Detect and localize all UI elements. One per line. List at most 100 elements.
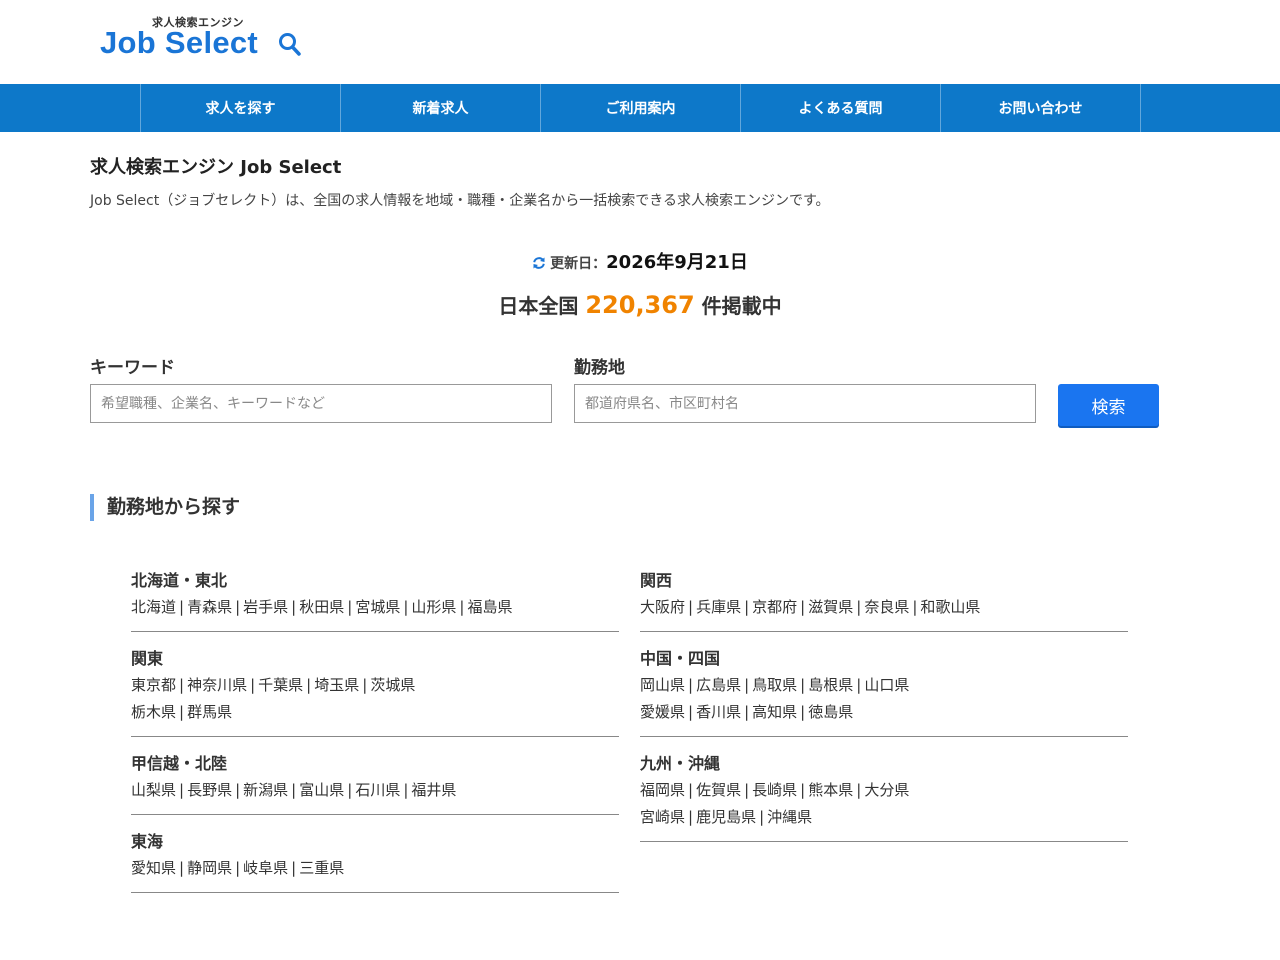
prefecture-line: 愛知県 | 静岡県 | 岐阜県 | 三重県	[131, 855, 619, 882]
prefecture-link[interactable]: 京都府	[752, 598, 797, 616]
prefecture-link[interactable]: 三重県	[299, 859, 344, 877]
prefecture-link[interactable]: 山形県	[411, 598, 456, 616]
prefecture-line: 福岡県 | 佐賀県 | 長崎県 | 熊本県 | 大分県	[640, 777, 1128, 804]
prefecture-line: 大阪府 | 兵庫県 | 京都府 | 滋賀県 | 奈良県 | 和歌山県	[640, 594, 1128, 621]
separator: |	[744, 598, 750, 616]
prefecture-link[interactable]: 福岡県	[640, 781, 685, 799]
count-prefix: 日本全国	[498, 294, 579, 318]
region-block: 関東 東京都 | 神奈川県 | 千葉県 | 埼玉県 | 茨城県 栃木県 | 群馬県	[131, 646, 619, 737]
region-name: 関西	[640, 571, 673, 590]
region-block: 甲信越・北陸 山梨県 | 長野県 | 新潟県 | 富山県 | 石川県 | 福井県	[131, 751, 619, 815]
nav-item-search-jobs[interactable]: 求人を探す	[141, 84, 341, 132]
separator: |	[306, 676, 312, 694]
separator: |	[362, 676, 368, 694]
nav-item-guide[interactable]: ご利用案内	[541, 84, 741, 132]
location-input[interactable]	[574, 384, 1036, 423]
separator: |	[291, 598, 297, 616]
separator: |	[179, 703, 185, 721]
separator: |	[235, 781, 241, 799]
prefecture-link[interactable]: 北海道	[131, 598, 176, 616]
prefecture-link[interactable]: 福井県	[411, 781, 456, 799]
prefecture-link[interactable]: 高知県	[752, 703, 797, 721]
separator: |	[688, 703, 694, 721]
prefecture-link[interactable]: 青森県	[187, 598, 232, 616]
page-title: 求人検索エンジン Job Select	[90, 157, 342, 178]
prefecture-link[interactable]: 千葉県	[258, 676, 303, 694]
prefecture-link[interactable]: 長野県	[187, 781, 232, 799]
nav-item-faq[interactable]: よくある質問	[741, 84, 941, 132]
prefecture-link[interactable]: 岡山県	[640, 676, 685, 694]
prefecture-link[interactable]: 佐賀県	[696, 781, 741, 799]
site-description: Job Select（ジョブセレクト）は、全国の求人情報を地域・職種・企業名から…	[90, 193, 830, 209]
separator: |	[347, 598, 353, 616]
prefecture-link[interactable]: 鳥取県	[752, 676, 797, 694]
prefecture-link[interactable]: 長崎県	[752, 781, 797, 799]
prefecture-link[interactable]: 宮城県	[355, 598, 400, 616]
job-count: 日本全国 220,367 件掲載中	[0, 290, 1280, 319]
keyword-input[interactable]	[90, 384, 552, 423]
search-button[interactable]: 検索	[1058, 384, 1159, 426]
prefecture-link[interactable]: 徳島県	[808, 703, 853, 721]
refresh-icon	[532, 255, 546, 274]
region-block: 中国・四国 岡山県 | 広島県 | 鳥取県 | 島根県 | 山口県 愛媛県 | 香川県 | 高知県 | 徳島県	[640, 646, 1128, 737]
separator: |	[744, 676, 750, 694]
prefecture-link[interactable]: 大分県	[864, 781, 909, 799]
region-block: 東海 愛知県 | 静岡県 | 岐阜県 | 三重県	[131, 829, 619, 893]
separator: |	[759, 808, 765, 826]
separator: |	[800, 781, 806, 799]
region-column-right: 関西 大阪府 | 兵庫県 | 京都府 | 滋賀県 | 奈良県 | 和歌山県 中国・四国 岡山県 | 広島県 | 鳥…	[640, 568, 1128, 856]
prefecture-link[interactable]: 栃木県	[131, 703, 176, 721]
region-name: 中国・四国	[640, 649, 721, 668]
prefecture-link[interactable]: 神奈川県	[187, 676, 247, 694]
prefecture-link[interactable]: 新潟県	[243, 781, 288, 799]
last-updated: 更新日：2026年9月21日	[0, 248, 1280, 274]
prefecture-link[interactable]: 岐阜県	[243, 859, 288, 877]
prefecture-link[interactable]: 山口県	[864, 676, 909, 694]
prefecture-link[interactable]: 山梨県	[131, 781, 176, 799]
prefecture-link[interactable]: 香川県	[696, 703, 741, 721]
nav-item-new-jobs[interactable]: 新着求人	[341, 84, 541, 132]
location-label: 勤務地	[574, 358, 625, 378]
separator: |	[912, 598, 918, 616]
region-name: 関東	[131, 649, 164, 668]
separator: |	[856, 598, 862, 616]
separator: |	[744, 781, 750, 799]
prefecture-link[interactable]: 大阪府	[640, 598, 685, 616]
prefecture-link[interactable]: 茨城県	[370, 676, 415, 694]
prefecture-link[interactable]: 石川県	[355, 781, 400, 799]
prefecture-link[interactable]: 広島県	[696, 676, 741, 694]
separator: |	[179, 676, 185, 694]
prefecture-link[interactable]: 埼玉県	[314, 676, 359, 694]
prefecture-link[interactable]: 兵庫県	[696, 598, 741, 616]
prefecture-line: 岡山県 | 広島県 | 鳥取県 | 島根県 | 山口県	[640, 672, 1128, 699]
prefecture-link[interactable]: 熊本県	[808, 781, 853, 799]
prefecture-link[interactable]: 東京都	[131, 676, 176, 694]
separator: |	[403, 598, 409, 616]
prefecture-link[interactable]: 岩手県	[243, 598, 288, 616]
prefecture-link[interactable]: 島根県	[808, 676, 853, 694]
prefecture-link[interactable]: 奈良県	[864, 598, 909, 616]
separator: |	[688, 598, 694, 616]
prefecture-link[interactable]: 宮崎県	[640, 808, 685, 826]
prefecture-link[interactable]: 福島県	[467, 598, 512, 616]
prefecture-link[interactable]: 秋田県	[299, 598, 344, 616]
prefecture-line: 東京都 | 神奈川県 | 千葉県 | 埼玉県 | 茨城県	[131, 672, 619, 699]
prefecture-link[interactable]: 静岡県	[187, 859, 232, 877]
separator: |	[800, 676, 806, 694]
prefecture-link[interactable]: 和歌山県	[920, 598, 980, 616]
logo[interactable]: 求人検索エンジン Job Select	[100, 14, 310, 64]
prefecture-link[interactable]: 群馬県	[187, 703, 232, 721]
site-header: 求人検索エンジン Job Select	[0, 0, 1280, 84]
prefecture-link[interactable]: 愛媛県	[640, 703, 685, 721]
region-block: 北海道・東北 北海道 | 青森県 | 岩手県 | 秋田県 | 宮城県 | 山形県 | 福島県	[131, 568, 619, 632]
updated-date: 2026年9月21日	[606, 252, 748, 273]
prefecture-link[interactable]: 滋賀県	[808, 598, 853, 616]
separator: |	[403, 781, 409, 799]
prefecture-link[interactable]: 鹿児島県	[696, 808, 756, 826]
separator: |	[856, 781, 862, 799]
prefecture-link[interactable]: 愛知県	[131, 859, 176, 877]
nav-item-contact[interactable]: お問い合わせ	[941, 84, 1141, 132]
prefecture-link[interactable]: 沖縄県	[767, 808, 812, 826]
region-name: 北海道・東北	[131, 571, 228, 590]
prefecture-link[interactable]: 富山県	[299, 781, 344, 799]
